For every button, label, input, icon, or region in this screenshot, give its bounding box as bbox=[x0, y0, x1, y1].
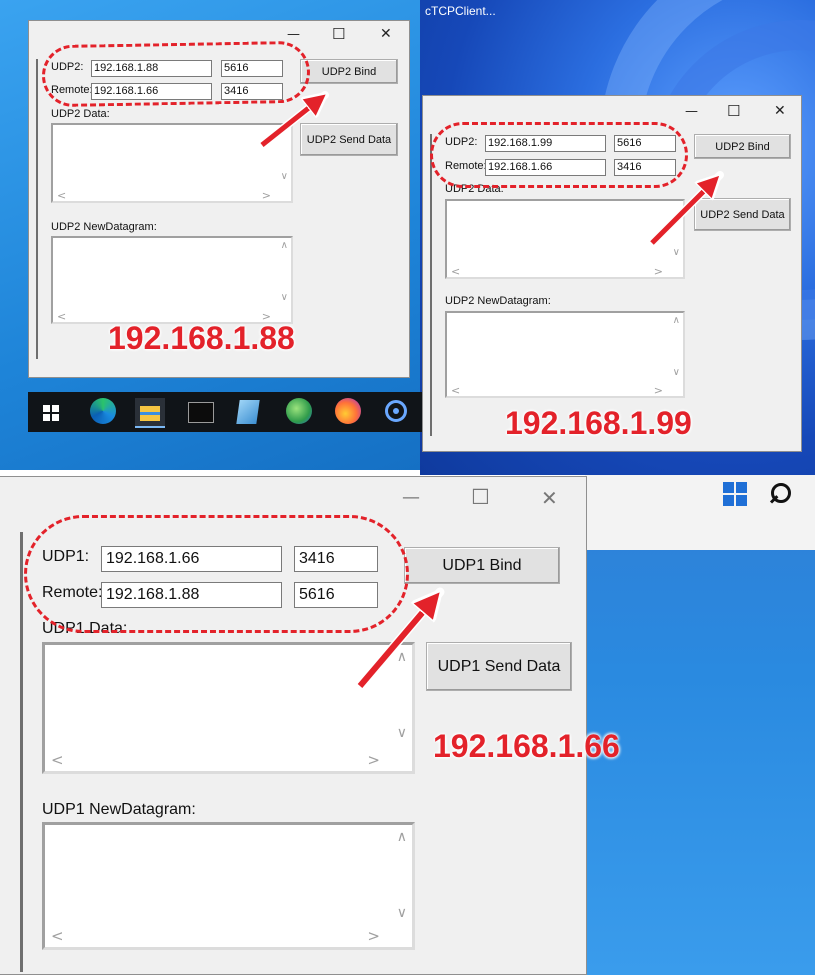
arrow-icon bbox=[260, 99, 320, 147]
arrow-icon bbox=[650, 181, 714, 245]
annotation-arrows bbox=[258, 91, 724, 691]
arrow-icon bbox=[357, 599, 434, 688]
